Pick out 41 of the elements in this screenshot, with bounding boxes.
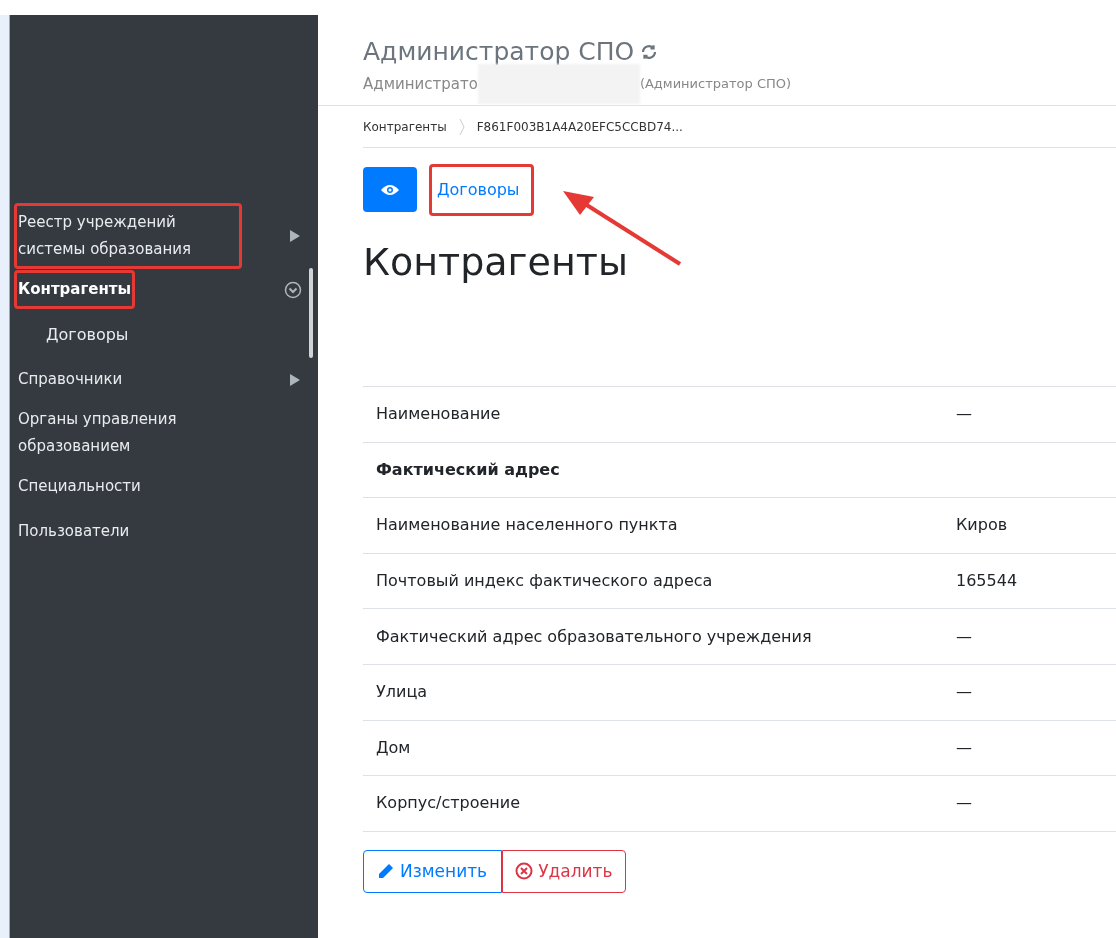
page-title: Контрагенты bbox=[363, 239, 629, 286]
field-value: — bbox=[956, 681, 972, 704]
eye-icon bbox=[381, 183, 399, 196]
scrollbar[interactable] bbox=[309, 268, 313, 358]
breadcrumb-separator-icon bbox=[458, 117, 465, 136]
sidebar-item[interactable]: Реестр учреждений системы образования bbox=[18, 209, 238, 263]
field-label: Корпус/строение bbox=[376, 792, 522, 815]
close-circle-icon bbox=[515, 862, 534, 881]
field-value: Киров bbox=[956, 514, 1008, 537]
sidebar-item[interactable]: Справочники bbox=[18, 366, 123, 393]
page-header-title: Администратор СПО bbox=[363, 36, 635, 68]
field-label: Почтовый индекс фактического адреса bbox=[376, 570, 714, 593]
contracts-link[interactable]: Договоры bbox=[433, 169, 530, 210]
sidebar-item[interactable]: Специальности bbox=[18, 473, 141, 500]
field-label: Улица bbox=[376, 681, 429, 704]
breadcrumb-item: F861F003B1A4A20EFC5CCBD74... bbox=[476, 118, 683, 136]
edit-button[interactable]: Изменить bbox=[363, 849, 503, 893]
section-heading: Фактический адрес bbox=[376, 458, 560, 481]
user-subtitle: Администрато bbox=[363, 73, 478, 95]
breadcrumb-item[interactable]: Контрагенты bbox=[363, 117, 447, 136]
field-value: — bbox=[956, 792, 972, 815]
field-label: Фактический адрес образовательного учреждения bbox=[376, 625, 813, 648]
sidebar-item[interactable]: Контрагенты bbox=[18, 276, 132, 303]
refresh-icon[interactable] bbox=[640, 42, 659, 61]
sidebar-item[interactable]: Органы управления образованием bbox=[18, 406, 248, 460]
user-role: (Администратор СПО) bbox=[639, 75, 792, 93]
field-label: Наименование населенного пункта bbox=[376, 514, 679, 537]
field-value: — bbox=[956, 625, 972, 648]
field-value: 165544 bbox=[956, 570, 1018, 593]
expand-arrow-icon[interactable] bbox=[290, 373, 300, 386]
view-button[interactable] bbox=[363, 167, 417, 212]
delete-button[interactable]: Удалить bbox=[502, 849, 626, 893]
sidebar-item[interactable]: Пользователи bbox=[18, 518, 130, 545]
pencil-icon bbox=[378, 863, 394, 880]
field-label: Наименование bbox=[376, 403, 502, 426]
sidebar-subitem[interactable]: Договоры bbox=[46, 322, 129, 347]
field-value: — bbox=[956, 403, 972, 426]
collapse-chevron-icon[interactable] bbox=[284, 280, 302, 299]
field-value: — bbox=[956, 736, 972, 759]
expand-arrow-icon[interactable] bbox=[290, 230, 300, 242]
field-label: Дом bbox=[376, 736, 412, 759]
